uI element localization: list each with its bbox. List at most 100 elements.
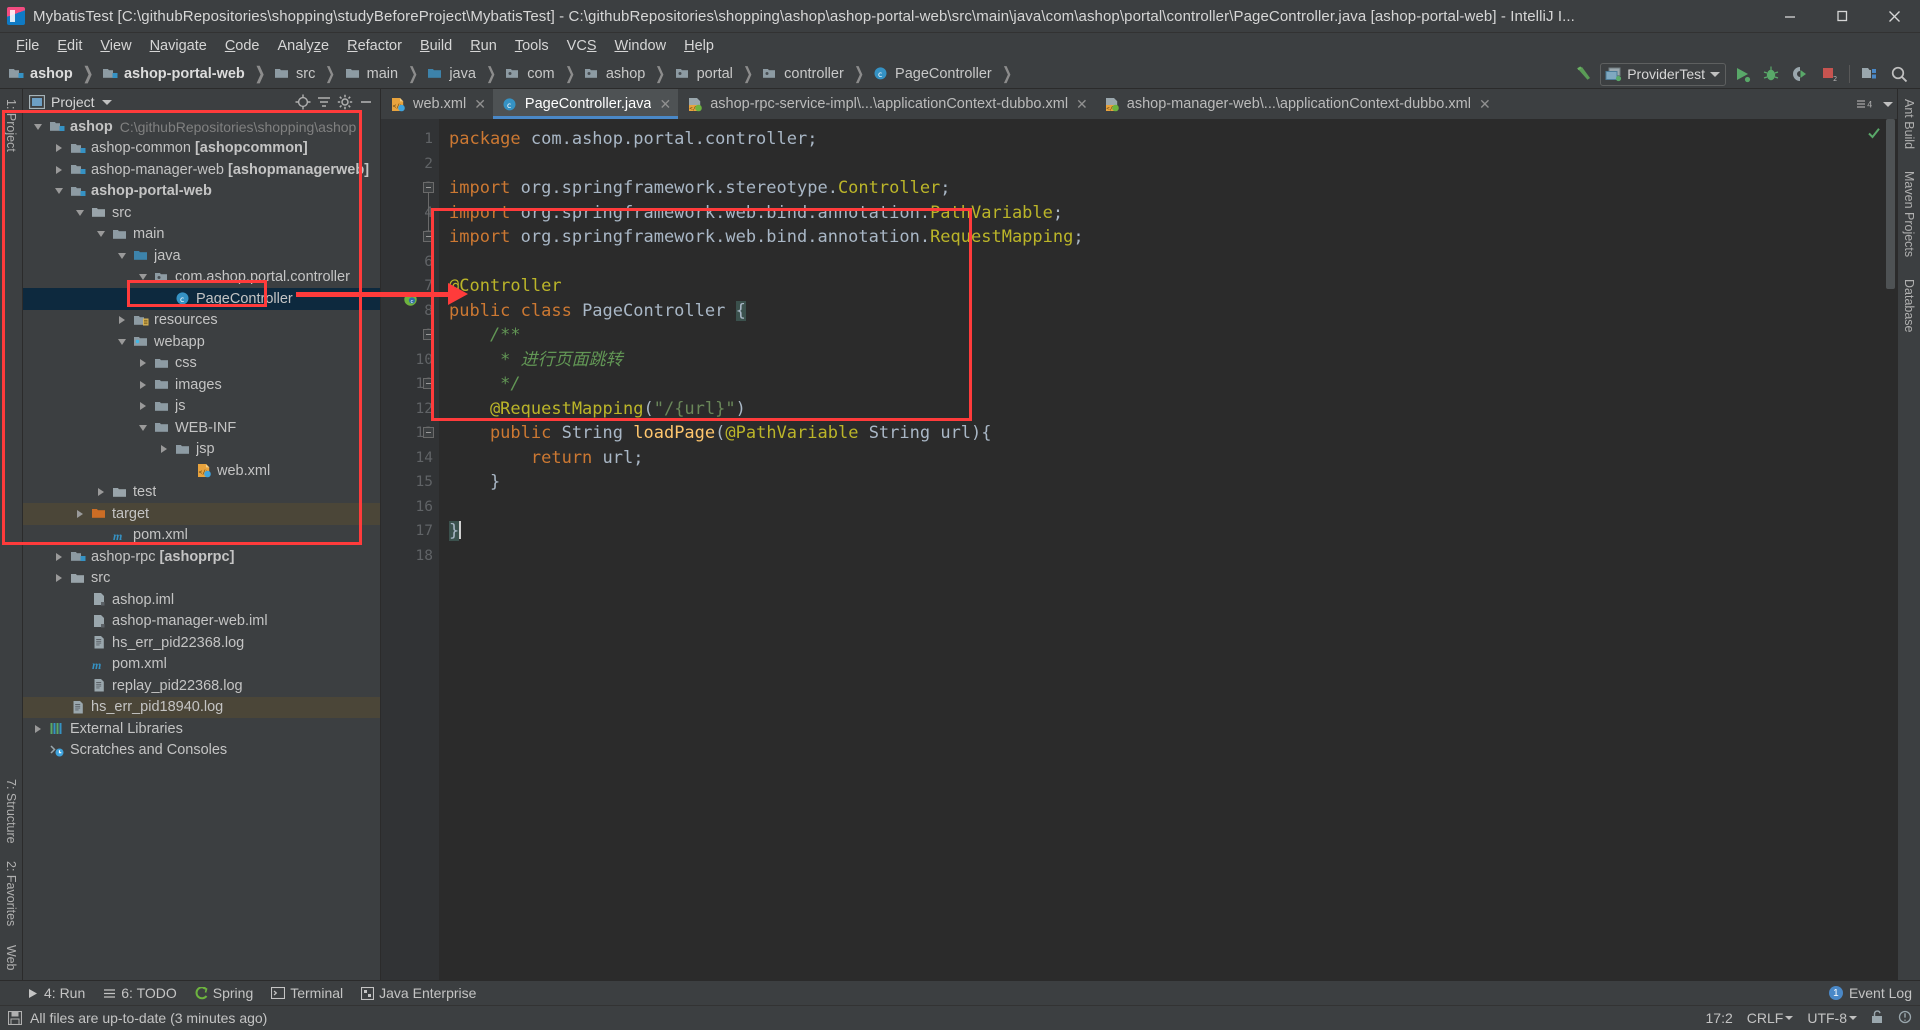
chevron-right-icon[interactable] (71, 509, 89, 518)
chevron-down-icon[interactable] (50, 188, 68, 195)
code-line[interactable]: import org.springframework.web.bind.anno… (439, 225, 1897, 250)
tree-row[interactable]: ashop C:\githubRepositories\shopping\asho… (23, 116, 380, 138)
tree-row[interactable]: c PageController (23, 288, 380, 310)
chevron-right-icon[interactable] (134, 402, 152, 411)
tree-row[interactable]: webapp (23, 331, 380, 353)
bottom-item-java-enterprise[interactable]: Java Enterprise (361, 985, 476, 1001)
tree-row[interactable]: External Libraries (23, 718, 380, 740)
fold-marker[interactable] (423, 329, 434, 340)
tree-row[interactable]: m pom.xml (23, 654, 380, 676)
menu-item-build[interactable]: Build (411, 36, 461, 56)
menu-item-edit[interactable]: Edit (48, 36, 91, 56)
tree-row[interactable]: m pom.xml (23, 525, 380, 547)
chevron-right-icon[interactable] (50, 165, 68, 174)
code-line[interactable]: public class PageController { (439, 299, 1897, 324)
menu-item-file[interactable]: File (7, 36, 48, 56)
menu-item-navigate[interactable]: Navigate (141, 36, 216, 56)
menu-item-help[interactable]: Help (675, 36, 723, 56)
chevron-right-icon[interactable] (50, 552, 68, 561)
tree-row[interactable]: main (23, 224, 380, 246)
tree-row[interactable]: replay_pid22368.log (23, 675, 380, 697)
fold-marker[interactable] (423, 427, 434, 438)
chevron-down-icon[interactable] (113, 338, 131, 345)
fold-marker[interactable] (423, 378, 434, 389)
chevron-right-icon[interactable] (50, 574, 68, 583)
tree-row[interactable]: java (23, 245, 380, 267)
breadcrumb-item-java[interactable]: java ❯ (427, 65, 505, 82)
run-icon[interactable] (1729, 61, 1755, 87)
editor-tab[interactable]: </> ashop-rpc-service-impl\...\applicatio… (678, 89, 1095, 119)
breadcrumb-item-portal[interactable]: portal ❯ (675, 65, 763, 82)
sidebar-item-favorites[interactable]: 2: Favorites (4, 857, 18, 930)
tree-row[interactable]: </> web.xml (23, 460, 380, 482)
code-line[interactable]: * 进行页面跳转 (439, 348, 1897, 373)
code-line[interactable]: } (439, 470, 1897, 495)
tree-row[interactable]: css (23, 353, 380, 375)
editor-tab[interactable]: </> ashop-manager-web\...\applicationCont… (1095, 89, 1498, 119)
tree-row[interactable]: src (23, 568, 380, 590)
tree-row[interactable]: hs_err_pid22368.log (23, 632, 380, 654)
editor-gutter[interactable]: c 123456789101112131415161718 (381, 119, 439, 980)
chevron-down-icon[interactable] (29, 123, 47, 130)
code-editor[interactable]: c 123456789101112131415161718 package co… (381, 119, 1897, 980)
editor-vertical-scrollbar[interactable] (1883, 119, 1897, 980)
code-line[interactable]: } (439, 519, 1897, 544)
chevron-right-icon[interactable] (29, 724, 47, 733)
tree-row[interactable]: ashop-portal-web (23, 181, 380, 203)
tree-row[interactable]: js (23, 396, 380, 418)
tree-row[interactable]: resources (23, 310, 380, 332)
code-content[interactable]: package com.ashop.portal.controller; imp… (439, 119, 1897, 980)
code-line[interactable]: */ (439, 372, 1897, 397)
close-icon[interactable]: ✕ (659, 96, 671, 113)
editor-tabs-overflow[interactable]: 4 (1855, 89, 1893, 119)
breadcrumb-item-ashop-portal-web[interactable]: ashop-portal-web ❯ (102, 65, 274, 82)
code-line[interactable]: import org.springframework.stereotype.Co… (439, 176, 1897, 201)
bottom-item-todo[interactable]: 6: TODO (103, 985, 177, 1001)
maximize-button[interactable] (1816, 0, 1868, 33)
tree-row[interactable]: ashop-common [ashopcommon] (23, 138, 380, 160)
inspections-icon[interactable] (1898, 1010, 1912, 1027)
sidebar-item-web[interactable]: Web (4, 941, 18, 974)
chevron-down-icon[interactable] (1883, 101, 1893, 107)
close-icon[interactable]: ✕ (474, 96, 486, 113)
chevron-right-icon[interactable] (113, 316, 131, 325)
breadcrumb-item-ashop[interactable]: ashop ❯ (584, 65, 675, 82)
breadcrumb-item-pagecontroller[interactable]: c PageController ❯ (873, 65, 1021, 82)
encoding[interactable]: UTF-8 (1807, 1010, 1857, 1026)
unlocked-icon[interactable] (1871, 1009, 1884, 1027)
editor-tab[interactable]: </> web.xml ✕ (381, 89, 493, 119)
fold-marker[interactable] (423, 182, 434, 193)
code-line[interactable]: /** (439, 323, 1897, 348)
tree-row[interactable]: target (23, 503, 380, 525)
search-everywhere-icon[interactable] (1886, 61, 1912, 87)
chevron-down-icon[interactable] (113, 252, 131, 259)
code-line[interactable]: @RequestMapping("/{url}") (439, 397, 1897, 422)
tree-row[interactable]: ashop-rpc [ashoprpc] (23, 546, 380, 568)
code-line[interactable]: public String loadPage(@PathVariable Str… (439, 421, 1897, 446)
tree-row[interactable]: hs_err_pid18940.log (23, 696, 380, 718)
chevron-right-icon[interactable] (50, 144, 68, 153)
project-structure-icon[interactable] (1857, 61, 1883, 87)
chevron-down-icon[interactable] (101, 99, 112, 105)
hide-panel-icon[interactable] (355, 92, 376, 113)
chevron-down-icon[interactable] (134, 424, 152, 431)
sidebar-item-database[interactable]: Database (1902, 275, 1916, 337)
tree-row[interactable]: src (23, 202, 380, 224)
minimize-button[interactable] (1764, 0, 1816, 33)
menu-item-view[interactable]: View (91, 36, 140, 56)
code-line[interactable]: return url; (439, 446, 1897, 471)
line-separator[interactable]: CRLF (1747, 1010, 1794, 1026)
hammer-icon[interactable] (1571, 61, 1597, 87)
close-button[interactable] (1868, 0, 1920, 33)
tree-row[interactable]: Scratches and Consoles (23, 740, 380, 762)
chevron-right-icon[interactable] (134, 380, 152, 389)
chevron-down-icon[interactable] (71, 209, 89, 216)
chevron-right-icon[interactable] (92, 488, 110, 497)
gear-icon[interactable] (334, 92, 355, 113)
tree-row[interactable]: com.ashop.portal.controller (23, 267, 380, 289)
sidebar-item-project[interactable]: 1: Project (4, 95, 18, 156)
chevron-down-icon[interactable] (134, 274, 152, 281)
menu-item-run[interactable]: Run (461, 36, 506, 56)
chevron-down-icon[interactable] (1785, 1016, 1794, 1020)
bottom-item-terminal[interactable]: Terminal (271, 985, 343, 1001)
